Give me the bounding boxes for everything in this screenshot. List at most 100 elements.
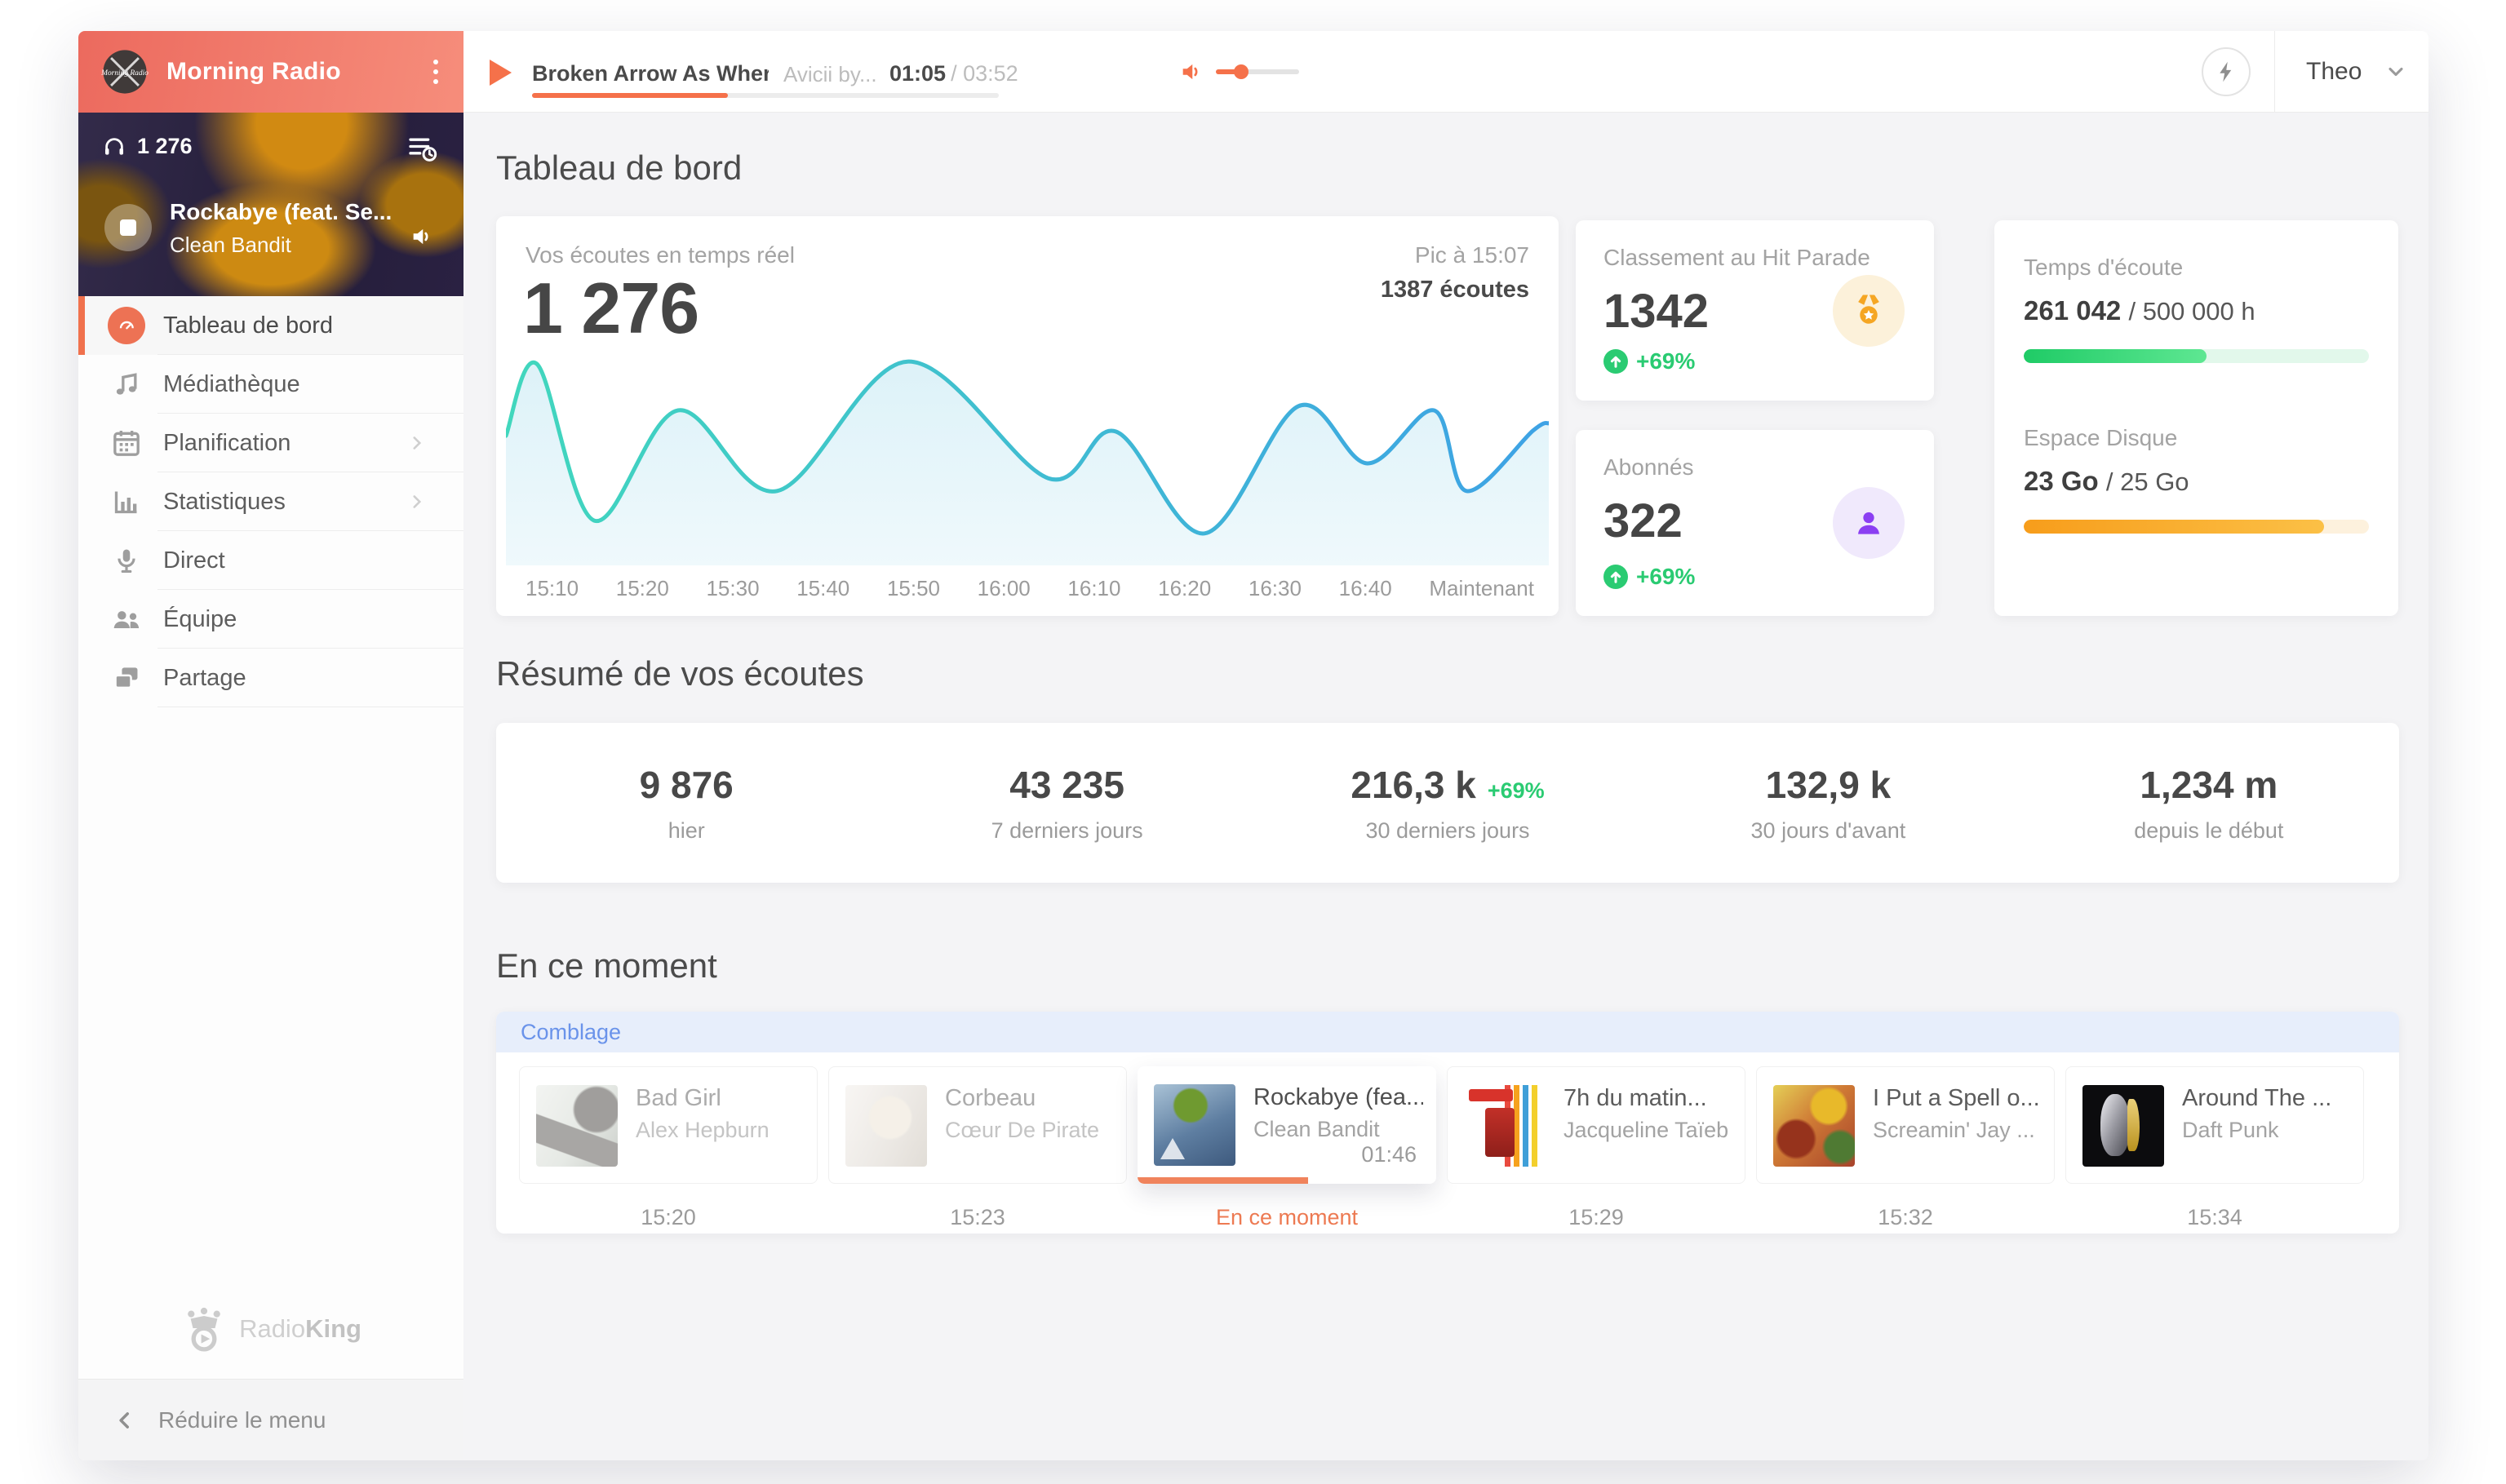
x-tick: 16:40 xyxy=(1338,576,1392,600)
player-track-artist: Avicii by... xyxy=(783,62,877,86)
track-card[interactable]: 7h du matin... Jacqueline Taïeb xyxy=(1447,1066,1745,1184)
stat-30-days-delta: +69% xyxy=(1487,777,1545,803)
album-art xyxy=(1154,1084,1235,1166)
subscribers-card: Abonnés 322 +69% xyxy=(1576,430,1934,616)
disk-space-total: / 25 Go xyxy=(2105,467,2189,496)
track-time: 15:23 xyxy=(950,1205,1005,1229)
listening-time-total: / 500 000 h xyxy=(2128,297,2255,326)
stop-button[interactable] xyxy=(104,204,152,251)
mute-button[interactable] xyxy=(408,224,437,250)
chevron-left-icon xyxy=(119,1411,129,1429)
people-icon xyxy=(108,600,145,638)
quotas-card: Temps d'écoute 261 042 / 500 000 h Espac… xyxy=(1994,220,2398,616)
listening-progress-fill xyxy=(2024,349,2207,363)
track-card[interactable]: Corbeau Cœur De Pirate xyxy=(828,1066,1127,1184)
peak-value: 1387 écoutes xyxy=(1380,277,1529,303)
track-time: 15:29 xyxy=(1568,1205,1624,1229)
arrow-up-circle-icon xyxy=(1603,565,1628,589)
listening-time-label: Temps d'écoute xyxy=(2024,255,2184,280)
player-track-title: Broken Arrow As Where... xyxy=(532,61,769,86)
main-content: Tableau de bord Vos écoutes en temps rée… xyxy=(463,113,2428,1460)
play-button[interactable] xyxy=(490,60,512,86)
sidebar-item-label: Direct xyxy=(163,547,225,574)
sidebar-item-tableau-de-bord[interactable]: Tableau de bord xyxy=(78,296,463,355)
track-card[interactable]: I Put a Spell o... Screamin' Jay ... xyxy=(1756,1066,2055,1184)
filler-strip: Comblage xyxy=(496,1012,2399,1052)
x-tick: 16:10 xyxy=(1067,576,1121,600)
sidebar-item-label: Équipe xyxy=(163,605,237,632)
stat-30-days: 216,3 k +69% 30 derniers jours xyxy=(1351,763,1545,843)
sidebar-item-label: Médiathèque xyxy=(163,370,300,397)
brand-king: King xyxy=(305,1314,361,1343)
x-tick: 16:20 xyxy=(1158,576,1212,600)
now-playing-panel: Comblage Bad Girl Alex Hepburn 15:20 Cor… xyxy=(496,1012,2399,1234)
peak-label: Pic à 15:07 xyxy=(1414,242,1529,268)
album-art xyxy=(1773,1085,1855,1167)
stop-icon xyxy=(120,219,136,236)
lightning-icon xyxy=(2220,61,2232,82)
disk-space-value: 23 Go xyxy=(2024,466,2099,496)
disk-space-label: Espace Disque xyxy=(2024,425,2178,450)
subscribers-value: 322 xyxy=(1603,494,1683,547)
volume-mute-button[interactable] xyxy=(1178,59,1206,85)
stat-yesterday: 9 876 hier xyxy=(639,763,734,843)
player-time-current: 01:05 xyxy=(889,61,947,86)
queue-button[interactable] xyxy=(405,132,441,165)
listening-time-bar xyxy=(2024,349,2369,363)
track-progress-fill xyxy=(1138,1177,1308,1184)
hit-parade-delta: +69% xyxy=(1636,348,1696,374)
sidebar-header: Morning Radio Morning Radio xyxy=(78,31,463,113)
sidebar: Morning Radio Morning Radio 1 276 Rockab… xyxy=(78,31,463,1460)
page-title: Tableau de bord xyxy=(496,148,743,187)
track-time: 15:32 xyxy=(1878,1205,1933,1229)
track-card[interactable]: Around The ... Daft Punk xyxy=(2065,1066,2364,1184)
track-time: 15:34 xyxy=(2187,1205,2242,1229)
album-art xyxy=(845,1085,927,1167)
volume-slider[interactable] xyxy=(1216,64,1299,79)
stat-30-days-before: 132,9 k 30 jours d'avant xyxy=(1750,763,1906,843)
subscribers-delta: +69% xyxy=(1636,564,1696,589)
sidebar-nav: Tableau de bord Médiathèque Planificatio… xyxy=(78,296,463,707)
track-card[interactable]: Bad Girl Alex Hepburn xyxy=(519,1066,818,1184)
x-tick: 16:00 xyxy=(977,576,1031,600)
chevron-right-icon xyxy=(413,495,422,508)
station-name: Morning Radio xyxy=(166,58,341,85)
sidebar-item-statistiques[interactable]: Statistiques xyxy=(78,472,463,531)
sidebar-item-mediatheque[interactable]: Médiathèque xyxy=(78,355,463,414)
sidebar-item-planification[interactable]: Planification xyxy=(78,414,463,472)
now-section-title: En ce moment xyxy=(496,946,717,985)
bar-chart-icon xyxy=(108,483,145,521)
volume-icon xyxy=(1182,64,1198,80)
album-art xyxy=(536,1085,618,1167)
track-time: 15:20 xyxy=(641,1205,696,1229)
sidebar-item-partage[interactable]: Partage xyxy=(78,649,463,707)
collapse-menu-button[interactable]: Réduire le menu xyxy=(78,1379,463,1460)
calendar-icon xyxy=(108,424,145,462)
station-menu-button[interactable] xyxy=(419,60,452,84)
station-logo: Morning Radio xyxy=(101,50,149,94)
player-progress-bar[interactable] xyxy=(532,93,999,98)
user-menu[interactable]: Theo xyxy=(2306,31,2407,113)
player-progress-fill xyxy=(532,93,729,98)
sidebar-item-direct[interactable]: Direct xyxy=(78,531,463,590)
radioking-logo: RadioKing xyxy=(78,1305,463,1353)
headphones-icon xyxy=(105,137,123,155)
sidebar-item-equipe[interactable]: Équipe xyxy=(78,590,463,649)
microphone-icon xyxy=(108,542,145,579)
x-tick: 15:20 xyxy=(615,576,669,600)
boost-button[interactable] xyxy=(2202,47,2251,96)
chevron-down-icon xyxy=(2388,67,2403,77)
user-name: Theo xyxy=(2306,58,2362,85)
realtime-value: 1 276 xyxy=(523,268,699,348)
playlist-clock-icon xyxy=(409,138,437,162)
chevron-right-icon xyxy=(413,436,422,450)
summary-title: Résumé de vos écoutes xyxy=(496,654,864,693)
volume-knob[interactable] xyxy=(1233,64,1249,79)
share-icon xyxy=(108,659,145,697)
stat-7-days: 43 235 7 derniers jours xyxy=(991,763,1143,843)
disk-space-bar xyxy=(2024,520,2369,534)
filler-label: Comblage xyxy=(521,1019,622,1044)
track-card-current[interactable]: Rockabye (fea... Clean Bandit 01:46 xyxy=(1138,1066,1436,1184)
listens-chart xyxy=(506,359,1549,565)
hit-parade-label: Classement au Hit Parade xyxy=(1603,245,1870,270)
